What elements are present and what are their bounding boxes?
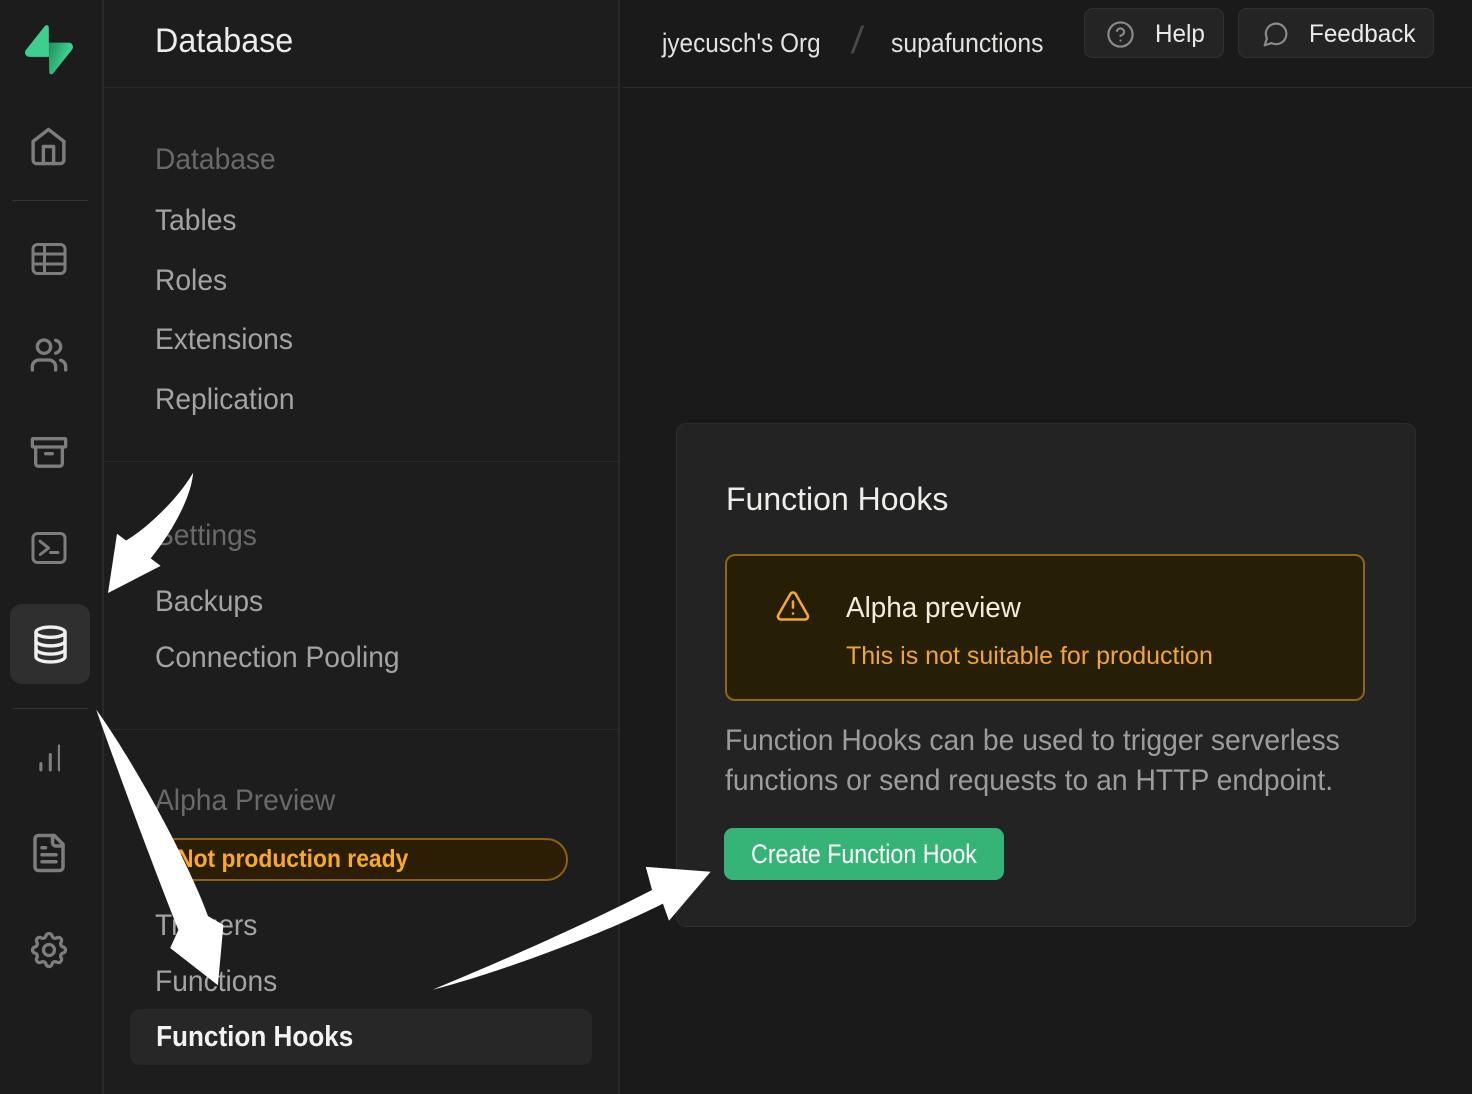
card-description: Function Hooks can be used to trigger se… (725, 721, 1340, 801)
breadcrumb-separator: / (850, 20, 865, 63)
icon-rail (0, 0, 104, 1094)
sidebar-item-tables[interactable]: Tables (155, 201, 237, 241)
table-editor-icon[interactable] (31, 242, 67, 276)
sidebar-title: Database (155, 21, 293, 61)
help-button[interactable]: Help (1084, 8, 1224, 58)
sidebar-divider (104, 729, 618, 730)
create-function-hook-button[interactable]: Create Function Hook (724, 828, 1004, 880)
card-description-line2: functions or send requests to an HTTP en… (725, 761, 1340, 801)
not-production-ready-badge: Not production ready (154, 838, 568, 881)
section-label-settings: Settings (155, 516, 257, 556)
sidebar-item-roles[interactable]: Roles (155, 261, 227, 301)
logs-icon[interactable] (28, 832, 70, 874)
storage-icon[interactable] (29, 432, 69, 472)
alert-description: This is not suitable for production (846, 642, 1213, 671)
sidebar-item-function-hooks[interactable]: Function Hooks (130, 1009, 592, 1065)
feedback-button[interactable]: Feedback (1238, 8, 1434, 58)
auth-users-icon[interactable] (29, 335, 69, 375)
function-hooks-card: Function Hooks Alpha preview This is not… (676, 423, 1416, 927)
settings-icon[interactable] (27, 928, 71, 972)
main-area: jyecusch's Org / supafunctions Help Feed… (622, 0, 1472, 1094)
sidebar-item-functions[interactable]: Functions (155, 962, 277, 1002)
sidebar-item-replication[interactable]: Replication (155, 380, 295, 420)
breadcrumb-org[interactable]: jyecusch's Org (662, 28, 821, 59)
rail-divider (12, 708, 88, 709)
card-description-line1: Function Hooks can be used to trigger se… (725, 721, 1340, 761)
topbar: jyecusch's Org / supafunctions Help Feed… (622, 0, 1472, 88)
card-title: Function Hooks (726, 479, 948, 519)
sidebar-header: Database (104, 0, 618, 88)
sql-editor-icon[interactable] (31, 531, 67, 565)
reports-icon[interactable] (38, 744, 60, 772)
feedback-button-label: Feedback (1309, 20, 1416, 49)
sidebar-item-connection-pooling[interactable]: Connection Pooling (155, 638, 400, 678)
sidebar-item-extensions[interactable]: Extensions (155, 320, 293, 360)
database-icon[interactable] (10, 604, 90, 684)
warning-triangle-icon (775, 588, 811, 624)
breadcrumb: jyecusch's Org / supafunctions (662, 0, 1057, 87)
section-label-database: Database (155, 140, 276, 180)
supabase-logo-icon[interactable] (25, 25, 73, 75)
sidebar-item-backups[interactable]: Backups (155, 582, 263, 622)
alert-title: Alpha preview (846, 592, 1021, 625)
sidebar: Database Database Tables Roles Extension… (104, 0, 620, 1094)
alpha-preview-alert: Alpha preview This is not suitable for p… (725, 554, 1365, 701)
badge-label: Not production ready (156, 840, 531, 879)
section-label-alpha-preview: Alpha Preview (155, 781, 335, 821)
cta-label: Create Function Hook (744, 828, 985, 880)
help-button-label: Help (1155, 20, 1205, 49)
home-icon[interactable] (28, 126, 69, 167)
help-circle-icon (1106, 20, 1135, 49)
sidebar-item-label: Function Hooks (130, 1009, 546, 1065)
sidebar-item-triggers[interactable]: Triggers (155, 906, 257, 946)
breadcrumb-project[interactable]: supafunctions (891, 28, 1043, 59)
message-bubble-icon (1261, 20, 1290, 49)
rail-divider (12, 200, 88, 201)
sidebar-divider (104, 461, 618, 462)
